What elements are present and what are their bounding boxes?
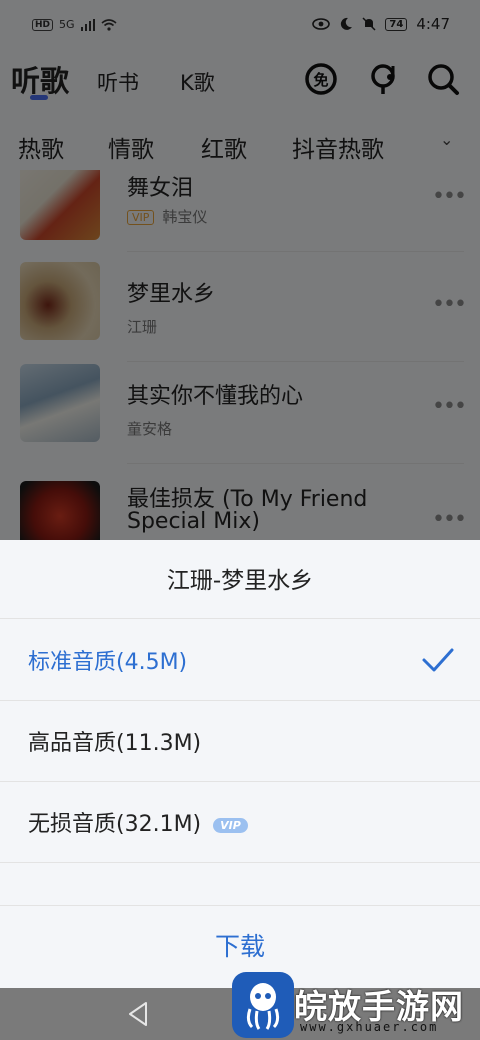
quality-label: 高品音质(11.3M) [28, 731, 202, 756]
watermark-url: www.gxhuaer.com [300, 1020, 439, 1034]
download-quality-sheet: 江珊-梦里水乡 标准音质(4.5M) 高品音质(11.3M) 无损音质(32.1… [0, 540, 480, 988]
quality-option-lossless[interactable]: 无损音质(32.1M) VIP [0, 782, 480, 863]
octopus-logo-icon [232, 972, 294, 1038]
sheet-title: 江珊-梦里水乡 [0, 540, 480, 619]
back-icon[interactable] [126, 1000, 150, 1028]
quality-label-wrap: 无损音质(32.1M) VIP [28, 806, 248, 838]
site-watermark: 皖放手游网 www.gxhuaer.com [228, 970, 480, 1040]
quality-option-standard[interactable]: 标准音质(4.5M) [0, 620, 480, 701]
quality-label: 无损音质(32.1M) [28, 812, 202, 837]
quality-label: 标准音质(4.5M) [28, 650, 188, 675]
quality-option-high[interactable]: 高品音质(11.3M) [0, 701, 480, 782]
music-app-screen: HD 5G 74 4:47 听歌 听书 K歌 免 [0, 0, 480, 1040]
checkmark-icon [422, 648, 454, 672]
vip-badge: VIP [213, 817, 248, 833]
